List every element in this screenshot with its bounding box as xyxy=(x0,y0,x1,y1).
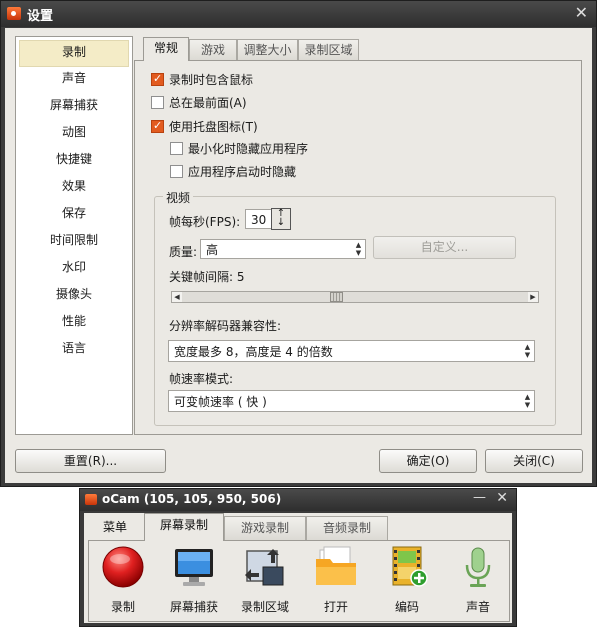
tab-game-record[interactable]: 游戏录制 xyxy=(224,516,306,540)
ocam-app-icon xyxy=(7,7,21,20)
checkbox-unchecked xyxy=(151,96,164,109)
fps-spin-icon[interactable]: ↑ ↓ xyxy=(271,208,291,230)
ocam-app-icon xyxy=(85,494,97,505)
right-arrow-icon[interactable]: ▶ xyxy=(528,292,538,302)
checkbox-unchecked xyxy=(170,165,183,178)
open-button[interactable]: 打开 xyxy=(303,543,369,617)
ocam-titlebar: oCam (105, 105, 950, 506) — ✕ xyxy=(80,489,516,511)
reset-button[interactable]: 重置(R)... xyxy=(15,449,166,473)
tab-menu[interactable]: 菜单 xyxy=(90,516,140,540)
updown-arrows-icon: ▲ ▼ xyxy=(355,241,362,257)
ocam-window: oCam (105, 105, 950, 506) — ✕ 菜单 屏幕录制 游戏… xyxy=(79,488,517,627)
nav-item-sound[interactable]: 声音 xyxy=(19,67,129,94)
nav-item-hotkeys[interactable]: 快捷键 xyxy=(19,148,129,175)
updown-arrows-icon: ▲ ▼ xyxy=(524,343,531,359)
keyframe-interval-label: 关键帧间隔: 5 xyxy=(169,270,245,284)
slider-thumb[interactable] xyxy=(330,292,343,302)
sound-button[interactable]: 声音 xyxy=(445,543,511,617)
microphone-icon xyxy=(465,547,491,587)
film-plus-icon xyxy=(392,546,428,587)
minimize-icon[interactable]: — xyxy=(473,490,486,505)
codec-compat-select[interactable]: 宽度最多 8，高度是 4 的倍数 ▲ ▼ xyxy=(168,340,535,362)
nav-item-time-limit[interactable]: 时间限制 xyxy=(19,229,129,256)
hide-on-minimize-checkbox[interactable]: 最小化时隐藏应用程序 xyxy=(170,140,308,158)
close-icon[interactable]: ✕ xyxy=(575,3,588,22)
screen-capture-button[interactable]: 屏幕捕获 xyxy=(161,543,227,617)
include-mouse-checkbox[interactable]: 录制时包含鼠标 xyxy=(151,70,253,89)
settings-titlebar: 设置 ✕ xyxy=(1,1,596,27)
settings-window: 设置 ✕ 录制 声音 屏幕捕获 动图 快捷键 效果 保存 时间限制 水印 摄像头… xyxy=(0,0,597,487)
settings-client: 录制 声音 屏幕捕获 动图 快捷键 效果 保存 时间限制 水印 摄像头 性能 语… xyxy=(5,28,592,483)
close-icon[interactable]: ✕ xyxy=(496,490,508,506)
ok-button[interactable]: 确定(O) xyxy=(379,449,477,473)
checkbox-unchecked xyxy=(170,142,183,155)
keyframe-slider[interactable]: ◀ ▶ xyxy=(171,291,539,303)
hide-on-start-checkbox[interactable]: 应用程序启动时隐藏 xyxy=(170,163,296,181)
tab-resize[interactable]: 调整大小 xyxy=(237,39,298,60)
updown-arrows-icon: ▲ ▼ xyxy=(524,393,531,409)
framerate-mode-select[interactable]: 可变帧速率 ( 快 ) ▲ ▼ xyxy=(168,390,535,412)
tab-game[interactable]: 游戏 xyxy=(189,39,237,60)
always-on-top-checkbox[interactable]: 总在最前面(A) xyxy=(151,94,247,112)
tray-icon-checkbox[interactable]: 使用托盘图标(T) xyxy=(151,117,258,136)
nav-item-gif[interactable]: 动图 xyxy=(19,121,129,148)
left-arrow-icon[interactable]: ◀ xyxy=(172,292,182,302)
custom-button[interactable]: 自定义... xyxy=(373,236,516,259)
nav-item-screen-capture[interactable]: 屏幕捕获 xyxy=(19,94,129,121)
checkbox-checked xyxy=(151,117,164,135)
record-button[interactable]: 录制 xyxy=(90,543,156,617)
folder-icon xyxy=(316,546,356,585)
nav-item-record[interactable]: 录制 xyxy=(19,40,129,67)
nav-item-performance[interactable]: 性能 xyxy=(19,310,129,337)
encode-button[interactable]: 编码 xyxy=(374,543,440,617)
ocam-title: oCam (105, 105, 950, 506) xyxy=(102,492,282,506)
monitor-icon xyxy=(175,549,213,586)
ocam-client: 菜单 屏幕录制 游戏录制 音频录制 录制 屏幕捕获 录制区域 打开 编码 声音 xyxy=(84,513,512,623)
record-area-button[interactable]: 录制区域 xyxy=(232,543,298,617)
framerate-mode-label: 帧速率模式: xyxy=(169,372,234,386)
nav-item-webcam[interactable]: 摄像头 xyxy=(19,283,129,310)
tab-general[interactable]: 常规 xyxy=(143,37,189,61)
nav-item-save[interactable]: 保存 xyxy=(19,202,129,229)
settings-title: 设置 xyxy=(27,9,54,24)
checkbox-checked xyxy=(151,70,164,88)
close-button[interactable]: 关闭(C) xyxy=(485,449,583,473)
ocam-toolbar: 录制 屏幕捕获 录制区域 打开 编码 声音 xyxy=(88,540,510,622)
general-panel: 录制时包含鼠标 总在最前面(A) 使用托盘图标(T) 最小化时隐藏应用程序 应用… xyxy=(134,60,582,435)
codec-compat-label: 分辨率解码器兼容性: xyxy=(169,319,282,333)
nav-item-effects[interactable]: 效果 xyxy=(19,175,129,202)
fps-label: 帧每秒(FPS): xyxy=(169,215,241,229)
video-group-title: 视频 xyxy=(163,189,194,206)
tab-record-area[interactable]: 录制区域 xyxy=(298,39,359,60)
quality-label: 质量: xyxy=(169,245,198,259)
nav-item-language[interactable]: 语言 xyxy=(19,337,129,364)
settings-nav: 录制 声音 屏幕捕获 动图 快捷键 效果 保存 时间限制 水印 摄像头 性能 语… xyxy=(15,36,133,435)
tab-audio-record[interactable]: 音频录制 xyxy=(306,516,388,540)
quality-select[interactable]: 高 ▲ ▼ xyxy=(200,239,366,259)
tab-screen-record[interactable]: 屏幕录制 xyxy=(144,513,224,541)
resize-area-icon xyxy=(245,549,284,586)
record-icon xyxy=(102,546,144,588)
nav-item-watermark[interactable]: 水印 xyxy=(19,256,129,283)
